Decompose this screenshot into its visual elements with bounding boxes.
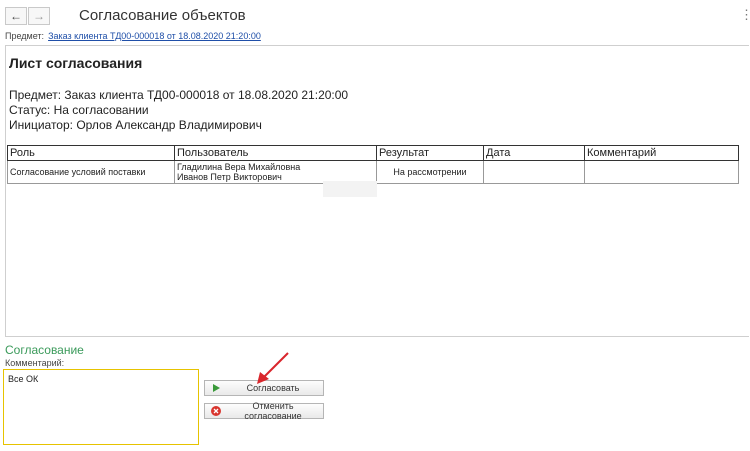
empty-cell-shade — [323, 181, 377, 197]
forward-arrow-icon: → — [33, 9, 45, 23]
cell-date — [483, 160, 585, 184]
play-icon — [209, 384, 223, 392]
cell-comment — [584, 160, 739, 184]
sheet-subject-line: Предмет: Заказ клиента ТД00-000018 от 18… — [9, 88, 349, 102]
back-button[interactable]: ← — [5, 7, 27, 25]
approval-sheet: Лист согласования Предмет: Заказ клиента… — [5, 45, 749, 337]
column-header-user: Пользователь — [174, 145, 377, 161]
column-header-comment: Комментарий — [584, 145, 739, 161]
back-arrow-icon: ← — [10, 9, 22, 23]
column-header-result: Результат — [376, 145, 484, 161]
cell-role: Согласование условий поставки — [7, 160, 175, 184]
subject-row: Предмет: Заказ клиента ТД00-000018 от 18.… — [5, 31, 261, 41]
column-header-role: Роль — [7, 145, 175, 161]
more-menu-icon[interactable]: ⋮ — [740, 8, 750, 21]
approval-section-title: Согласование — [5, 343, 84, 357]
cancel-approval-button-label: Отменить согласование — [244, 401, 302, 421]
cell-result: На рассмотрении — [376, 160, 484, 184]
comment-label: Комментарий: — [5, 358, 65, 368]
cell-user-name: Гладилина Вера Михайловна — [177, 162, 301, 172]
column-header-date: Дата — [483, 145, 585, 161]
subject-label: Предмет: — [5, 31, 45, 41]
sheet-initiator-line: Инициатор: Орлов Александр Владимирович — [9, 118, 262, 132]
sheet-status-line: Статус: На согласовании — [9, 103, 149, 117]
window-title: Согласование объектов — [79, 7, 246, 24]
table-header-row: Роль Пользователь Результат Дата Коммент… — [7, 145, 739, 161]
sheet-title: Лист согласования — [9, 55, 143, 71]
forward-button[interactable]: → — [28, 7, 50, 25]
comment-input[interactable] — [3, 369, 199, 445]
cancel-approval-button[interactable]: Отменить согласование — [204, 401, 324, 421]
cancel-circle-icon — [209, 406, 223, 416]
annotation-arrow-icon — [257, 352, 289, 384]
subject-link[interactable]: Заказ клиента ТД00-000018 от 18.08.2020 … — [48, 31, 261, 41]
approval-table: Роль Пользователь Результат Дата Коммент… — [7, 145, 739, 184]
